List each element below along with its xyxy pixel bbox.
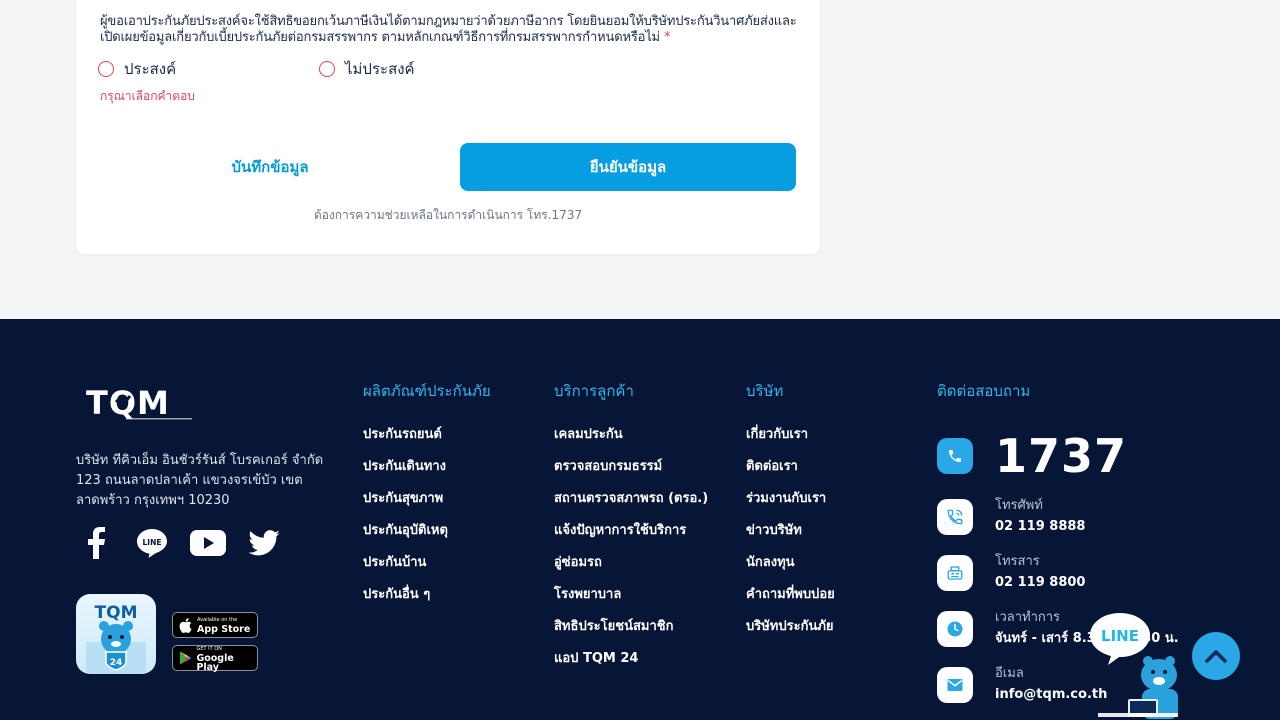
radio-yes-label: ประสงค์	[124, 60, 177, 78]
validation-error: กรุณาเลือกคำตอบ	[100, 89, 195, 103]
footer-link[interactable]: โรงพยาบาล	[554, 583, 708, 615]
apple-icon	[179, 617, 192, 633]
site-footer: TQM บริษัท ทีคิวเอ็ม อินชัวร์รันส์ โบรคเ…	[0, 319, 1280, 720]
column-title: ติดต่อสอบถาม	[937, 382, 1031, 400]
app-icon-logo-text: TQM	[95, 603, 138, 623]
question-text: ผู้ขอเอาประกันภัยประสงค์จะใช้สิทธิขอยกเว…	[100, 14, 797, 45]
column-title: บริการลูกค้า	[554, 382, 634, 400]
footer-link[interactable]: ตรวจสอบกรมธรรม์	[554, 455, 708, 487]
fax-label: โทรสาร	[995, 554, 1040, 569]
line-social-text: LINE	[143, 538, 162, 547]
required-mark: *	[663, 30, 671, 45]
help-text: ต้องการความช่วยเหลือในการดำเนินการ โทร.1…	[313, 208, 583, 222]
footer-link[interactable]: เกี่ยวกับเรา	[746, 423, 835, 455]
google-play-icon	[179, 651, 192, 665]
google-play-badge[interactable]: GET IT ON Google Play	[172, 645, 258, 673]
footer-column-products: ผลิตภัณฑ์ประกันภัย ประกันรถยนต์ ประกันเด…	[363, 379, 491, 615]
footer-column-services: บริการลูกค้า เคลมประกัน ตรวจสอบกรมธรรม์ …	[554, 379, 708, 679]
tqm-logo[interactable]: TQM	[86, 383, 196, 423]
radio-no-label: ไม่ประสงค์	[345, 60, 415, 78]
youtube-icon[interactable]	[190, 525, 226, 561]
phone-icon	[937, 438, 973, 474]
column-title: บริษัท	[746, 382, 784, 400]
radio-no-circle[interactable]	[319, 61, 335, 77]
footer-link[interactable]: ประกันสุขภาพ	[363, 487, 491, 519]
contact-phone[interactable]: โทรศัพท์ 02 119 8888	[937, 496, 1085, 538]
chevron-up-icon	[1205, 650, 1227, 663]
phone-label: โทรศัพท์	[995, 498, 1043, 513]
twitter-icon[interactable]	[246, 525, 282, 561]
footer-column-contact: ติดต่อสอบถาม	[937, 379, 1030, 423]
footer-link[interactable]: คำถามที่พบบ่อย	[746, 583, 835, 615]
footer-link[interactable]: ประกันรถยนต์	[363, 423, 491, 455]
footer-link[interactable]: ติดต่อเรา	[746, 455, 835, 487]
line-chat-text: LINE	[1101, 627, 1139, 645]
save-button[interactable]: บันทึกข้อมูล	[100, 143, 440, 191]
footer-link[interactable]: บริษัทประกันภัย	[746, 615, 835, 647]
fax-value: 02 119 8800	[995, 575, 1086, 590]
footer-link[interactable]: ประกันบ้าน	[363, 551, 491, 583]
footer-link[interactable]: ประกันอุบัติเหตุ	[363, 519, 491, 551]
footer-link[interactable]: เคลมประกัน	[554, 423, 708, 455]
phone-call-icon	[937, 499, 973, 535]
footer-link[interactable]: นักลงทุน	[746, 551, 835, 583]
line-social-icon[interactable]: LINE	[134, 525, 170, 561]
app-icon-badge-text: 24	[110, 658, 123, 668]
company-address: บริษัท ทีคิวเอ็ม อินชัวร์รันส์ โบรคเกอร์…	[76, 451, 336, 511]
app-store-badge[interactable]: Available on the App Store	[172, 612, 258, 638]
contact-email[interactable]: อีเมล info@tqm.co.th	[937, 664, 1107, 706]
scroll-to-top-button[interactable]	[1192, 632, 1240, 680]
confirm-button[interactable]: ยืนยันข้อมูล	[460, 143, 796, 191]
company-name: บริษัท ทีคิวเอ็ม อินชัวร์รันส์ โบรคเกอร์…	[76, 453, 324, 468]
tax-consent-question: ผู้ขอเอาประกันภัยประสงค์จะใช้สิทธิขอยกเว…	[100, 14, 800, 46]
fax-icon	[937, 555, 973, 591]
mail-icon	[937, 667, 973, 703]
footer-link[interactable]: แจ้งปัญหาการใช้บริการ	[554, 519, 708, 551]
footer-link[interactable]: ข่าวบริษัท	[746, 519, 835, 551]
footer-link[interactable]: สถานตรวจสภาพรถ (ตรอ.)	[554, 487, 708, 519]
footer-link[interactable]: อู่ซ่อมรถ	[554, 551, 708, 583]
facebook-icon[interactable]	[78, 525, 114, 561]
footer-link[interactable]: ประกันเดินทาง	[363, 455, 491, 487]
clock-icon	[937, 611, 973, 647]
footer-link[interactable]: ร่วมงานกับเรา	[746, 487, 835, 519]
app-store-big-text: App Store	[197, 624, 251, 635]
footer-link[interactable]: สิทธิประโยชน์สมาชิก	[554, 615, 708, 647]
footer-column-company: บริษัท เกี่ยวกับเรา ติดต่อเรา ร่วมงานกับ…	[746, 379, 835, 647]
radio-yes-circle[interactable]	[98, 61, 114, 77]
logo-text: TQM	[86, 384, 170, 422]
hotline[interactable]: 1737	[937, 429, 1127, 483]
radio-option-no[interactable]: ไม่ประสงค์	[319, 57, 415, 81]
google-play-big-text: Google Play	[196, 652, 234, 673]
tqm24-app-icon[interactable]: TQM 24	[76, 594, 156, 674]
column-title: ผลิตภัณฑ์ประกันภัย	[363, 382, 491, 400]
footer-link[interactable]: แอป TQM 24	[554, 647, 708, 679]
social-links: LINE	[78, 525, 282, 561]
contact-fax[interactable]: โทรสาร 02 119 8800	[937, 552, 1085, 594]
address-line: 123 ถนนลาดปลาเค้า แขวงจรเข้บัว เขตลาดพร้…	[76, 473, 303, 508]
footer-link[interactable]: ประกันอื่น ๆ	[363, 583, 491, 615]
hotline-number: 1737	[995, 429, 1128, 483]
phone-value: 02 119 8888	[995, 519, 1086, 534]
radio-option-yes[interactable]: ประสงค์	[98, 57, 176, 81]
line-chat-button[interactable]: LINE	[1088, 611, 1184, 720]
